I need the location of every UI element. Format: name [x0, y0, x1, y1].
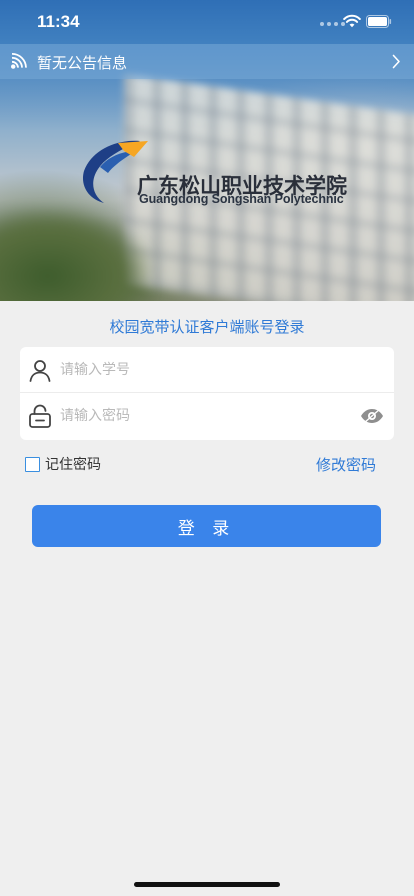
page-title: 校园宽带认证客户端账号登录	[109, 318, 305, 336]
notice-bar[interactable]: 暂无公告信息	[0, 44, 414, 79]
broadcast-icon	[11, 53, 27, 69]
college-name-en: Guangdong Songshan Polytechnic	[139, 192, 344, 206]
battery-icon	[366, 15, 392, 28]
campus-header-image: 11:34 暂无公告信息 广东松山职业技术学院 Guangdong Songsh…	[0, 0, 414, 301]
chevron-right-icon	[392, 54, 400, 69]
user-icon	[29, 360, 51, 382]
username-input[interactable]	[60, 355, 350, 385]
password-input[interactable]	[60, 401, 350, 431]
username-row	[20, 347, 394, 393]
status-time: 11:34	[37, 12, 80, 31]
password-row	[20, 393, 394, 439]
lock-icon	[29, 404, 51, 428]
eye-hidden-icon[interactable]	[360, 408, 384, 424]
login-button[interactable]: 登 录	[32, 505, 381, 547]
remember-checkbox[interactable]	[25, 456, 40, 472]
notice-text: 暂无公告信息	[37, 54, 128, 72]
wifi-icon	[343, 14, 361, 28]
signal-icon	[320, 22, 345, 26]
remember-label: 记住密码	[45, 457, 101, 473]
home-indicator[interactable]	[134, 882, 280, 887]
change-password-link[interactable]: 修改密码	[316, 454, 376, 475]
remember-password[interactable]: 记住密码	[25, 454, 101, 474]
status-bar: 11:34	[0, 0, 414, 44]
trees-backdrop	[0, 210, 150, 301]
login-card	[20, 347, 394, 440]
